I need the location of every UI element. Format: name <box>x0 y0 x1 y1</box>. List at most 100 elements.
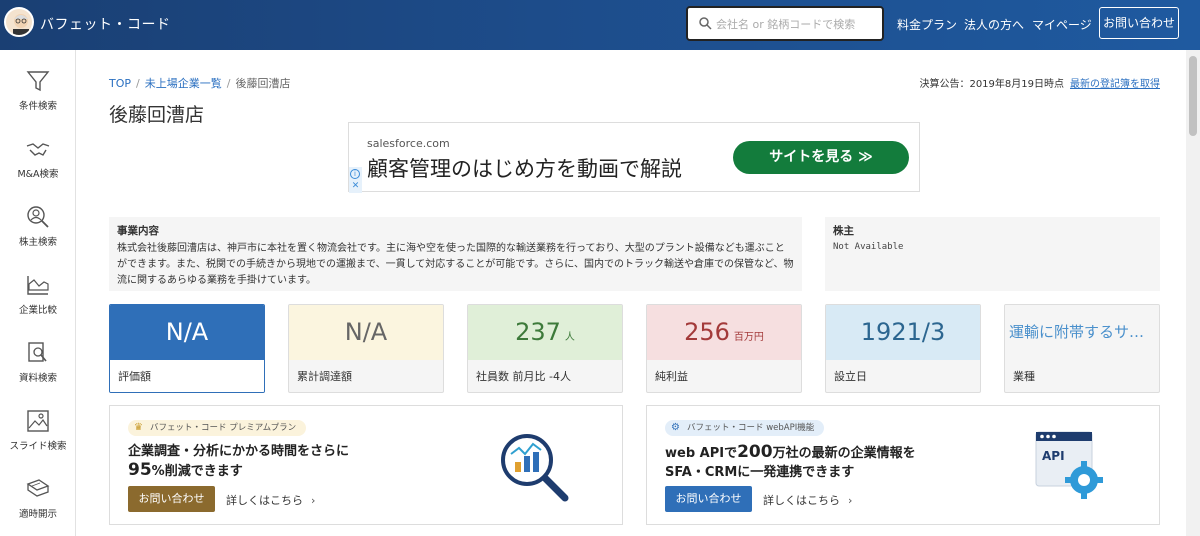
web-api-promo: ⚙ バフェット・コード webAPI機能 web APIで200万社の最新の企業情… <box>646 405 1160 525</box>
document-search-icon <box>28 342 47 362</box>
card-value: 237 <box>515 318 561 346</box>
business-text: 株式会社後藤回漕店は、神戸市に本社を置く物流会社です。主に海や空を使った国際的な… <box>117 243 794 286</box>
nav-corporate-link[interactable]: 法人の方へ <box>964 16 1024 33</box>
sidebar-item-ma-search[interactable]: M&A検索 <box>0 124 76 192</box>
premium-tag-text: バフェット・コード プレミアムプラン <box>150 423 297 433</box>
ad-cta-button[interactable]: サイトを見る ≫ <box>733 141 909 174</box>
shareholders-heading: 株主 <box>833 225 854 237</box>
business-heading: 事業内容 <box>117 225 159 237</box>
sidebar-item-shareholder-search[interactable]: 株主検索 <box>0 192 76 260</box>
search-input[interactable] <box>716 14 876 34</box>
api-tag-text: バフェット・コード webAPI機能 <box>687 423 815 433</box>
api-company-count: 200 <box>737 442 773 462</box>
breadcrumb: TOP / 未上場企業一覧 / 後藤回漕店 <box>109 77 291 90</box>
handshake-icon <box>26 143 50 156</box>
premium-percent: 95 <box>128 460 152 480</box>
sidebar-item-label: 適時開示 <box>18 509 57 520</box>
ad-headline[interactable]: 顧客管理のはじめ方を動画で解説 <box>367 153 682 183</box>
api-illustration-label: API <box>1042 449 1065 463</box>
sidebar-item-label: M&A検索 <box>17 169 59 180</box>
api-details-link-text: 詳しくはこちら <box>763 494 840 507</box>
chevron-right-icon: › <box>311 494 316 507</box>
card-label: 純利益 <box>655 370 688 383</box>
sidebar-item-label: 企業比較 <box>18 305 57 316</box>
api-line2: SFA・CRMに一発連携できます <box>665 465 855 480</box>
api-contact-button[interactable]: お問い合わせ <box>665 486 752 512</box>
card-unit: 人 <box>564 332 575 343</box>
get-registry-link[interactable]: 最新の登記簿を取得 <box>1070 79 1160 90</box>
breadcrumb-unlisted-link[interactable]: 未上場企業一覧 <box>145 77 222 90</box>
sidebar-item-condition-search[interactable]: 条件検索 <box>0 56 76 124</box>
nav-mypage-link[interactable]: マイページ <box>1032 16 1092 33</box>
card-value: N/A <box>165 318 209 346</box>
premium-line2: %削減できます <box>151 464 243 479</box>
premium-tag: ♛ バフェット・コード プレミアムプラン <box>128 420 307 436</box>
premium-plan-promo: ♛ バフェット・コード プレミアムプラン 企業調査・分析にかかる時間をさらに 95… <box>109 405 623 525</box>
premium-headline: 企業調査・分析にかかる時間をさらに 95%削減できます <box>128 442 349 481</box>
card-value: 256 <box>684 318 730 346</box>
search-box[interactable] <box>686 6 884 41</box>
api-illustration-icon: API <box>1035 431 1103 499</box>
industry-card[interactable]: 運輸に附帯するサー... 業種 <box>1004 304 1160 393</box>
announcement: 決算公告：2019年8月19日時点 最新の登記簿を取得 <box>919 75 1160 90</box>
breadcrumb-top-link[interactable]: TOP <box>109 77 131 90</box>
card-value: 運輸に附帯するサー... <box>1009 323 1159 341</box>
premium-line1: 企業調査・分析にかかる時間をさらに <box>128 444 350 459</box>
brand-avatar-icon[interactable] <box>4 7 34 37</box>
brand-name[interactable]: バフェット・コード <box>40 14 171 34</box>
shareholders-text: Not Available <box>833 242 904 252</box>
page-scrollbar[interactable] <box>1186 50 1200 536</box>
person-search-icon <box>27 206 49 228</box>
founded-date-card[interactable]: 1921/3 設立日 <box>825 304 981 393</box>
card-unit: 百万円 <box>733 332 764 343</box>
business-description-panel: 事業内容 株式会社後藤回漕店は、神戸市に本社を置く物流会社です。主に海や空を使っ… <box>109 217 802 291</box>
sidebar-item-label: 資料検索 <box>18 373 57 384</box>
top-header: バフェット・コード 料金プラン 法人の方へ マイページ お問い合わせ <box>0 0 1200 50</box>
premium-details-link-text: 詳しくはこちら <box>226 494 303 507</box>
image-icon <box>27 410 49 432</box>
advertisement-banner[interactable]: salesforce.com 顧客管理のはじめ方を動画で解説 サイトを見る ≫ … <box>348 122 920 193</box>
sidebar-item-document-search[interactable]: 資料検索 <box>0 328 76 396</box>
sidebar-item-label: 条件検索 <box>18 101 57 112</box>
crown-icon: ♛ <box>134 422 143 433</box>
gear-icon: ⚙ <box>671 422 680 433</box>
breadcrumb-current: 後藤回漕店 <box>235 77 291 90</box>
sidebar-item-label: スライド検索 <box>9 441 67 452</box>
card-label: 設立日 <box>834 370 867 383</box>
employees-card[interactable]: 237 人 社員数 前月比 -4人 <box>467 304 623 393</box>
card-label: 社員数 前月比 -4人 <box>476 370 571 383</box>
ad-domain: salesforce.com <box>367 137 450 150</box>
net-income-card[interactable]: 256 百万円 純利益 <box>646 304 802 393</box>
sidebar-item-timely-disclosure[interactable]: 適時開示 <box>0 464 76 532</box>
search-icon <box>699 17 712 30</box>
ad-choices-icon[interactable]: i ✕ <box>349 167 362 193</box>
filter-icon <box>26 71 50 92</box>
api-headline: web APIで200万社の最新の企業情報を SFA・CRMに一発連携できます <box>665 443 916 482</box>
sidebar-item-slide-search[interactable]: スライド検索 <box>0 396 76 464</box>
card-label: 累計調達額 <box>297 370 352 383</box>
sidebar-item-label: 株主検索 <box>18 237 57 248</box>
api-line1-post: 万社の最新の企業情報を <box>772 446 916 461</box>
page-title: 後藤回漕店 <box>109 104 205 126</box>
scrollbar-thumb[interactable] <box>1189 56 1197 136</box>
analysis-magnifier-icon <box>501 434 569 502</box>
compare-chart-icon <box>27 276 49 295</box>
nav-pricing-link[interactable]: 料金プラン <box>897 16 957 33</box>
api-tag: ⚙ バフェット・コード webAPI機能 <box>665 420 825 436</box>
card-label: 業種 <box>1013 370 1035 383</box>
chevron-right-icon: › <box>848 494 853 507</box>
premium-contact-button[interactable]: お問い合わせ <box>128 486 215 512</box>
card-value: N/A <box>344 318 388 346</box>
premium-details-link[interactable]: 詳しくはこちら › <box>226 492 315 508</box>
newspaper-icon <box>26 479 50 497</box>
api-details-link[interactable]: 詳しくはこちら › <box>763 492 852 508</box>
card-value: 1921/3 <box>860 318 946 346</box>
total-funding-card[interactable]: N/A 累計調達額 <box>288 304 444 393</box>
sidebar-item-company-compare[interactable]: 企業比較 <box>0 260 76 328</box>
header-contact-button[interactable]: お問い合わせ <box>1099 7 1179 39</box>
left-sidebar: 条件検索 M&A検索 株主検索 企業比較 資料検索 スライド検索 適時開示 <box>0 50 76 536</box>
shareholders-panel: 株主 Not Available <box>825 217 1160 291</box>
announcement-text: 決算公告：2019年8月19日時点 <box>919 79 1064 90</box>
valuation-card[interactable]: N/A 評価額 <box>109 304 265 393</box>
api-line1-pre: web APIで <box>665 446 738 461</box>
